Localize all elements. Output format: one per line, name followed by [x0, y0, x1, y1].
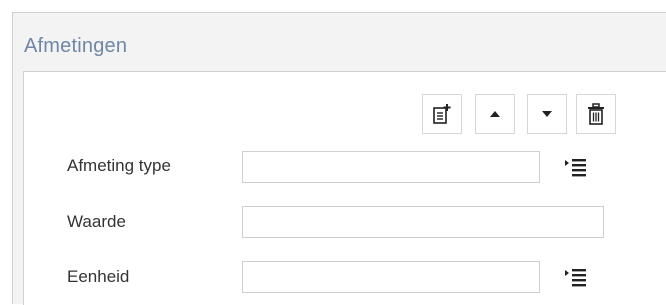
list-picker-icon: [565, 159, 586, 177]
dimension-type-list-button[interactable]: [562, 153, 590, 181]
add-record-icon: [433, 104, 451, 124]
dimensions-panel: Afmetingen Afmeting type Waarde Eenheid: [12, 12, 666, 305]
delete-button[interactable]: [576, 94, 616, 134]
move-up-icon: [490, 111, 500, 117]
value-input[interactable]: [242, 206, 604, 238]
delete-icon: [588, 103, 604, 125]
add-record-button[interactable]: [422, 94, 462, 134]
unit-label: Eenheid: [67, 267, 130, 286]
dimensions-form: Afmeting type Waarde Eenheid: [23, 71, 666, 305]
unit-list-button[interactable]: [562, 263, 590, 291]
value-label: Waarde: [67, 212, 126, 231]
move-up-button[interactable]: [475, 94, 515, 134]
dimension-type-label: Afmeting type: [67, 156, 171, 175]
list-picker-icon: [565, 269, 586, 287]
move-down-button[interactable]: [527, 94, 567, 134]
dimension-type-input[interactable]: [242, 151, 540, 183]
unit-input[interactable]: [242, 261, 540, 293]
move-down-icon: [542, 111, 552, 117]
panel-title: Afmetingen: [24, 35, 128, 57]
